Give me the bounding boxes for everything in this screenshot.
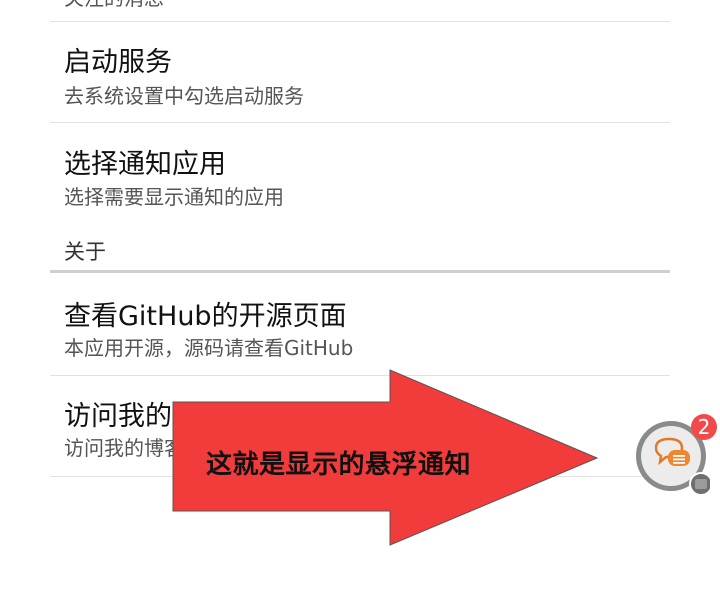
pref-title: 选择通知应用 bbox=[64, 149, 226, 180]
pref-summary: 本应用开源，源码请查看GitHub bbox=[64, 336, 354, 360]
settings-screen: 关注的消息 启动服务 去系统设置中勾选启动服务 选择通知应用 选择需要显示通知的… bbox=[0, 0, 720, 597]
pref-start-service[interactable]: 启动服务 去系统设置中勾选启动服务 bbox=[50, 22, 670, 123]
previous-item-summary: 关注的消息 bbox=[64, 0, 164, 11]
category-about-header: 关于 bbox=[64, 240, 106, 264]
annotation-label: 这就是显示的悬浮通知 bbox=[206, 450, 472, 480]
pref-summary: 选择需要显示通知的应用 bbox=[64, 185, 284, 209]
pref-github[interactable]: 查看GitHub的开源页面 本应用开源，源码请查看GitHub bbox=[50, 274, 670, 376]
pref-summary: 访问我的博客 bbox=[64, 436, 184, 460]
pref-summary: 去系统设置中勾选启动服务 bbox=[64, 84, 304, 108]
pref-title: 查看GitHub的开源页面 bbox=[64, 301, 347, 332]
pref-title: 访问我的博客 bbox=[64, 401, 226, 432]
pref-title: 启动服务 bbox=[64, 47, 172, 78]
pref-select-apps[interactable]: 选择通知应用 选择需要显示通知的应用 bbox=[50, 123, 670, 223]
category-divider bbox=[50, 270, 670, 273]
notification-count-badge: 2 bbox=[697, 415, 711, 439]
